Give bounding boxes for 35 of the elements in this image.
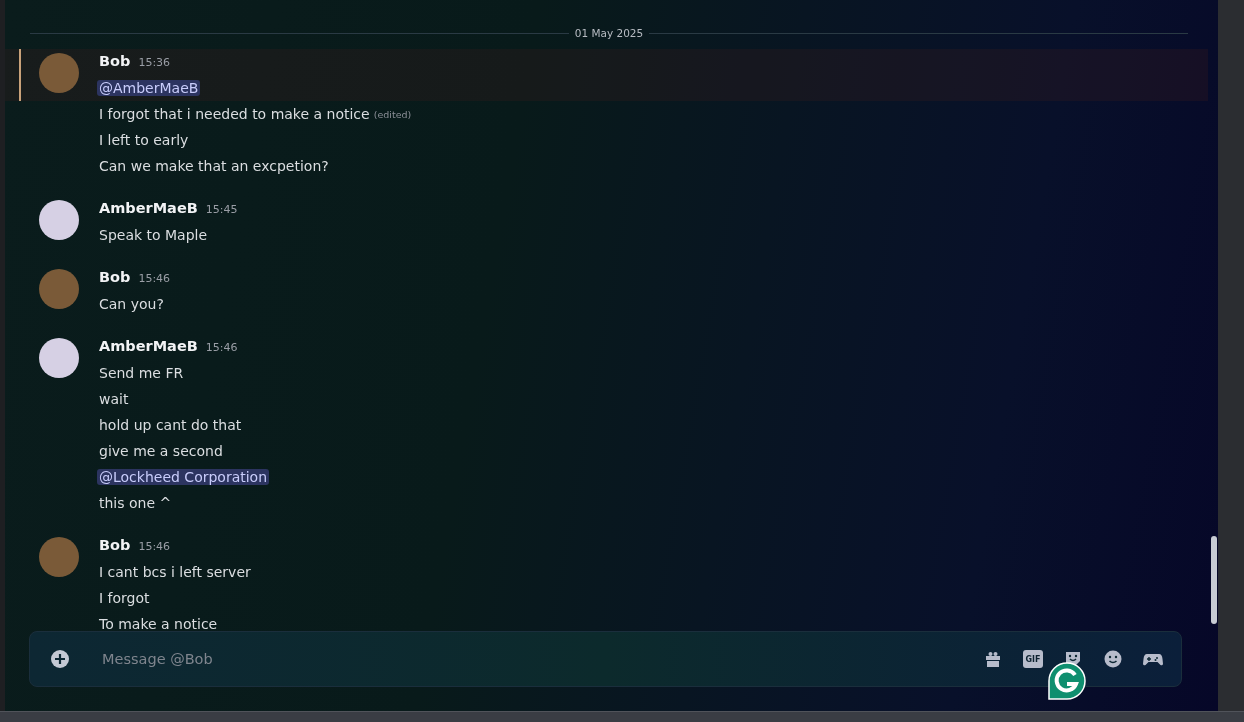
message-text: hold up cant do that	[99, 417, 242, 433]
username[interactable]: AmberMaeB	[99, 338, 198, 354]
mention-link[interactable]: @Lockheed Corporation	[97, 469, 270, 485]
message-text: Send me FR	[99, 365, 184, 381]
message-text: Can we make that an excpetion?	[99, 158, 329, 174]
gift-icon[interactable]	[983, 649, 1003, 669]
add-icon[interactable]	[50, 649, 70, 669]
message-text: give me a second	[99, 443, 223, 459]
edited-label: (edited)	[373, 108, 412, 120]
username[interactable]: Bob	[99, 537, 131, 553]
avatar[interactable]	[39, 338, 79, 378]
message-text: I forgot	[99, 590, 150, 606]
username[interactable]: AmberMaeB	[99, 200, 198, 216]
message-input[interactable]: Message @Bob	[100, 650, 983, 668]
message-text: To make a notice	[99, 616, 218, 631]
date-divider: 01 May 2025	[574, 27, 644, 39]
gif-icon[interactable]: GIF	[1023, 650, 1043, 668]
avatar[interactable]	[39, 200, 79, 240]
message-text: I left to early	[99, 132, 189, 148]
scrollbar-thumb[interactable]	[1211, 536, 1217, 624]
message-text: Can you?	[99, 296, 164, 312]
message-text: Speak to Maple	[99, 227, 208, 243]
timestamp: 15:46	[138, 540, 171, 553]
message-text: wait	[99, 391, 129, 407]
emoji-icon[interactable]	[1103, 649, 1123, 669]
username[interactable]: Bob	[99, 53, 131, 69]
message-text: I cant bcs i left server	[99, 564, 251, 580]
message-text: I forgot that i needed to make a notice	[99, 106, 370, 122]
mention-link[interactable]: @AmberMaeB	[97, 80, 201, 96]
timestamp: 15:45	[205, 203, 238, 216]
timestamp: 15:46	[138, 272, 171, 285]
timestamp: 15:36	[138, 56, 171, 69]
timestamp: 15:46	[205, 341, 238, 354]
message-text: this one ^	[99, 495, 172, 511]
username[interactable]: Bob	[99, 269, 131, 285]
